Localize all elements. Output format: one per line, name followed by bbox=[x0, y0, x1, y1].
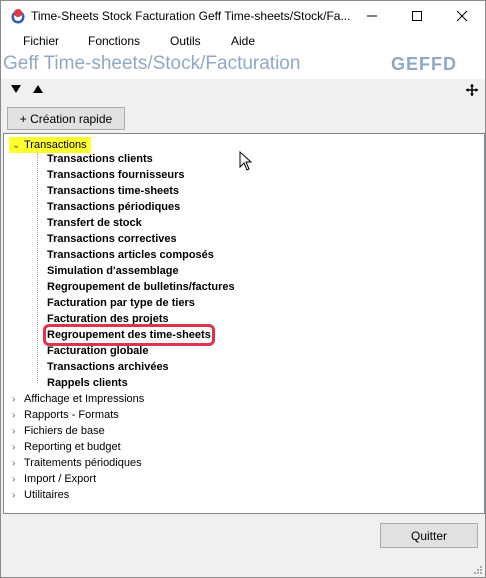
quick-create-button[interactable]: + Création rapide bbox=[7, 107, 125, 130]
tree-item-facturation-par-type-de-tiers[interactable]: Facturation par type de tiers bbox=[47, 296, 195, 310]
window-title: Time-Sheets Stock Facturation Geff Time-… bbox=[31, 9, 351, 23]
tree-node-label: Import / Export bbox=[24, 473, 97, 485]
chevron-right-icon[interactable]: › bbox=[12, 441, 24, 455]
minimize-button[interactable] bbox=[349, 1, 394, 31]
tree-item-facturation-des-projets[interactable]: Facturation des projets bbox=[47, 312, 169, 326]
quit-button[interactable]: Quitter bbox=[380, 523, 478, 548]
tree-node-reporting-budget[interactable]: › Reporting et budget bbox=[12, 440, 121, 455]
tree-node-rapports-formats[interactable]: › Rapports - Formats bbox=[12, 408, 119, 423]
tree-node-transactions[interactable]: ⌄ Transactions bbox=[9, 137, 91, 153]
chevron-down-icon[interactable]: ⌄ bbox=[12, 139, 24, 153]
tree-item-transactions-archivees[interactable]: Transactions archivées bbox=[47, 360, 169, 374]
tree-item-transactions-articles-composes[interactable]: Transactions articles composés bbox=[47, 248, 214, 262]
tree-node-traitements-periodiques[interactable]: › Traitements périodiques bbox=[12, 456, 142, 471]
resize-grip-icon[interactable] bbox=[473, 565, 483, 575]
close-button[interactable] bbox=[439, 1, 484, 31]
menu-fonctions[interactable]: Fonctions bbox=[88, 34, 140, 48]
banner-fade bbox=[457, 51, 485, 79]
toolbar bbox=[1, 79, 485, 103]
tree-item-facturation-globale[interactable]: Facturation globale bbox=[47, 344, 148, 358]
move-cross-icon[interactable] bbox=[466, 84, 478, 96]
tree-node-label: Transactions bbox=[24, 139, 87, 151]
tree-node-affichage-impressions[interactable]: › Affichage et Impressions bbox=[12, 392, 144, 407]
tree-item-transactions-fournisseurs[interactable]: Transactions fournisseurs bbox=[47, 168, 185, 182]
collapse-all-icon[interactable] bbox=[11, 85, 21, 94]
chevron-right-icon[interactable]: › bbox=[12, 425, 24, 439]
tree-node-label: Fichiers de base bbox=[24, 425, 105, 437]
tree-item-transfert-de-stock[interactable]: Transfert de stock bbox=[47, 216, 142, 230]
close-icon bbox=[456, 10, 467, 22]
tree-item-rappels-clients[interactable]: Rappels clients bbox=[47, 376, 128, 390]
tree-node-fichiers-de-base[interactable]: › Fichiers de base bbox=[12, 424, 105, 439]
tree-node-import-export[interactable]: › Import / Export bbox=[12, 472, 96, 487]
banner-title: Geff Time-sheets/Stock/Facturation bbox=[3, 53, 301, 74]
tree-node-label: Utilitaires bbox=[24, 489, 70, 501]
menu-bar: Fichier Fonctions Outils Aide bbox=[1, 31, 485, 51]
tree-node-label: Traitements périodiques bbox=[24, 457, 142, 469]
banner-logo: GEFFD bbox=[391, 54, 457, 74]
header-banner: Geff Time-sheets/Stock/Facturation GEFFD bbox=[1, 51, 485, 79]
mouse-pointer-icon bbox=[239, 151, 253, 171]
tree-item-regroupement-bulletins-factures[interactable]: Regroupement de bulletins/factures bbox=[47, 280, 235, 294]
menu-fichier[interactable]: Fichier bbox=[23, 34, 59, 48]
app-window: Time-Sheets Stock Facturation Geff Time-… bbox=[0, 0, 486, 578]
tree-node-utilitaires[interactable]: › Utilitaires bbox=[12, 488, 69, 503]
tree-node-label: Affichage et Impressions bbox=[24, 393, 145, 405]
tree-item-transactions-time-sheets[interactable]: Transactions time-sheets bbox=[47, 184, 179, 198]
minimize-icon bbox=[366, 15, 377, 17]
tree-node-label: Reporting et budget bbox=[24, 441, 121, 453]
tree-item-transactions-correctives[interactable]: Transactions correctives bbox=[47, 232, 177, 246]
chevron-right-icon[interactable]: › bbox=[12, 489, 24, 503]
menu-outils[interactable]: Outils bbox=[170, 34, 201, 48]
chevron-right-icon[interactable]: › bbox=[12, 457, 24, 471]
expand-all-icon[interactable] bbox=[33, 85, 43, 94]
navigation-tree: ⌄ Transactions Transactions clients Trans… bbox=[3, 133, 485, 514]
tree-item-transactions-clients[interactable]: Transactions clients bbox=[47, 152, 153, 166]
tree-item-simulation-assemblage[interactable]: Simulation d'assemblage bbox=[47, 264, 179, 278]
chevron-right-icon[interactable]: › bbox=[12, 393, 24, 407]
menu-aide[interactable]: Aide bbox=[231, 34, 255, 48]
chevron-right-icon[interactable]: › bbox=[12, 409, 24, 423]
app-logo-icon bbox=[11, 9, 25, 24]
tree-node-label: Rapports - Formats bbox=[24, 409, 119, 421]
title-bar[interactable]: Time-Sheets Stock Facturation Geff Time-… bbox=[1, 1, 485, 31]
maximize-button[interactable] bbox=[394, 1, 439, 31]
tree-item-regroupement-des-time-sheets[interactable]: Regroupement des time-sheets bbox=[43, 324, 215, 346]
chevron-right-icon[interactable]: › bbox=[12, 473, 24, 487]
tree-connector bbox=[37, 153, 38, 383]
tree-item-transactions-periodiques[interactable]: Transactions périodiques bbox=[47, 200, 180, 214]
maximize-icon bbox=[411, 11, 422, 21]
